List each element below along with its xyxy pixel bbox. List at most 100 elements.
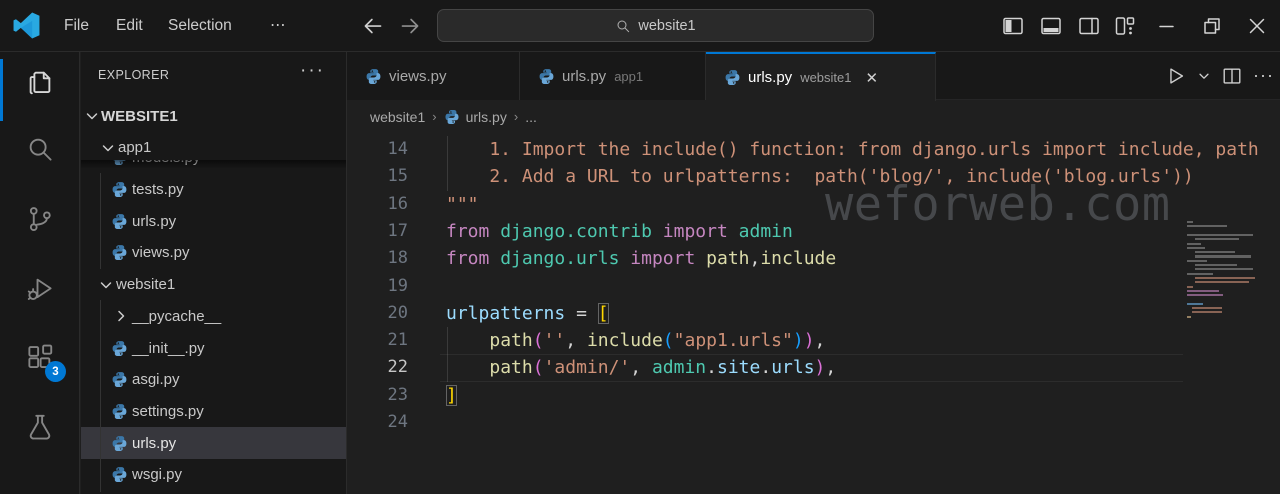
code-lines: 14 1. Import the include() function: fro…: [347, 133, 1280, 494]
code-token: import: [662, 220, 728, 242]
tab-close-icon[interactable]: ✕: [866, 69, 879, 87]
activitybar-item-source-control[interactable]: [0, 192, 80, 250]
breadcrumb-item[interactable]: urls.py: [466, 109, 507, 125]
editor-actions: ···: [1165, 52, 1274, 100]
tab-description: website1: [800, 70, 852, 85]
activitybar-item-run-and-debug[interactable]: [0, 262, 80, 320]
restore-icon[interactable]: [1200, 14, 1224, 38]
python-icon: [111, 466, 128, 483]
tree-item-initpy[interactable]: __init__.py: [81, 332, 346, 364]
python-icon: [111, 244, 128, 261]
current-line-highlight: [440, 354, 1183, 382]
title-bar: File Edit Selection ⋯ website1: [0, 0, 1280, 52]
menu-edit[interactable]: Edit: [110, 0, 149, 52]
code-line-18: 18 from django.urls import path,include: [347, 245, 1183, 272]
code-token: ,: [814, 330, 826, 352]
code-token: include: [760, 248, 837, 270]
tree-indent-guide: [100, 300, 101, 492]
tree-item-wsgipy[interactable]: wsgi.py: [81, 459, 346, 491]
line-tokens: path('', include("app1.urls")),: [446, 327, 825, 354]
code-token: admin: [738, 220, 793, 242]
breadcrumb-item[interactable]: website1: [370, 109, 425, 125]
command-center-search[interactable]: website1: [437, 9, 874, 42]
tree-item-label: asgi.py: [132, 371, 180, 389]
tree-item-website1[interactable]: website1: [81, 269, 346, 301]
line-number: 22: [387, 357, 408, 378]
split-editor-button[interactable]: [1221, 65, 1243, 87]
tree-item-label: __pycache__: [132, 307, 222, 325]
minimap[interactable]: [1183, 214, 1268, 494]
python-icon: [111, 340, 128, 357]
python-icon: [111, 213, 128, 230]
tree-root-website1[interactable]: WEBSITE1: [81, 100, 346, 132]
menu-file[interactable]: File: [58, 0, 95, 52]
line-tokens: ]: [446, 382, 457, 409]
layout-panel-icon[interactable]: [1039, 14, 1063, 38]
chevron-down-icon: [100, 140, 116, 156]
python-icon: [111, 435, 128, 452]
minimize-icon[interactable]: [1155, 14, 1179, 38]
close-icon[interactable]: [1245, 14, 1269, 38]
code-token: urlpatterns: [446, 302, 566, 324]
tab-urlspy-app1[interactable]: urls.py app1: [520, 52, 706, 100]
line-number: 18: [387, 248, 408, 269]
tab-urlspy-website1[interactable]: urls.py website1 ✕: [706, 52, 936, 101]
tab-label: urls.py: [748, 69, 793, 86]
tree-item-urlspy[interactable]: urls.py: [81, 205, 346, 237]
code-token: import: [630, 248, 696, 270]
layout-sidebar-left-icon[interactable]: [1001, 14, 1025, 38]
tree-item-viewspy[interactable]: views.py: [81, 237, 346, 269]
run-button[interactable]: [1165, 65, 1187, 87]
minimap-line: [1187, 225, 1227, 228]
code-token: path: [706, 248, 750, 270]
tree-folder-app1[interactable]: app1: [81, 132, 346, 164]
scrollbar-area[interactable]: [1268, 214, 1280, 494]
python-icon: [724, 69, 741, 86]
source-control-icon: [25, 204, 55, 238]
line-number: 14: [387, 139, 408, 159]
tab-viewspy[interactable]: views.py: [347, 52, 520, 100]
code-token: ): [792, 330, 804, 352]
activitybar-item-testing[interactable]: [0, 400, 80, 458]
activitybar-item-search[interactable]: [0, 122, 80, 180]
line-number: 24: [387, 412, 408, 432]
active-indicator: [0, 59, 3, 121]
minimap-line: [1192, 311, 1222, 314]
code-token: from: [446, 220, 490, 242]
back-arrow-icon[interactable]: [360, 13, 386, 39]
code-token: include: [586, 330, 663, 352]
layout-customize-icon[interactable]: [1113, 14, 1137, 38]
line-tokens: 2. Add a URL to urlpatterns: path('blog/…: [446, 163, 1194, 190]
code-editor[interactable]: weforweb.com 14 1. Import the include() …: [347, 133, 1280, 494]
tree-item-label: views.py: [132, 244, 190, 262]
breadcrumb-item[interactable]: ...: [525, 109, 537, 125]
tree-item-urlspy[interactable]: urls.py: [81, 427, 346, 460]
tree-item-label: tests.py: [132, 181, 184, 198]
run-dropdown[interactable]: [1197, 69, 1211, 83]
code-line-14: 14 1. Import the include() function: fro…: [347, 136, 1259, 164]
activitybar-item-explorer[interactable]: [0, 55, 80, 121]
menu-[interactable]: ⋯: [264, 0, 292, 52]
tree-item-label: urls.py: [132, 434, 177, 452]
layout-sidebar-right-icon[interactable]: [1077, 14, 1101, 38]
forward-arrow-icon[interactable]: [397, 13, 423, 39]
tree-item-testspy[interactable]: tests.py: [81, 174, 346, 206]
code-line-23: 23]: [347, 382, 1183, 409]
menu-selection[interactable]: Selection: [162, 0, 238, 52]
tree-item-asgipy[interactable]: asgi.py: [81, 364, 346, 396]
vscode-logo-icon: [13, 12, 40, 39]
minimap-line: [1192, 307, 1222, 310]
activitybar-item-extensions[interactable]: 3: [0, 330, 80, 388]
tree-item-settingspy[interactable]: settings.py: [81, 395, 346, 427]
code-token: ): [803, 330, 815, 352]
tree-item-label: wsgi.py: [132, 466, 183, 484]
editor-group: views.py urls.py app1 urls.py website1 ✕ ··· …: [347, 52, 1280, 494]
code-token: 2. Add a URL to urlpatterns: path('blog/…: [446, 166, 1194, 188]
code-token: ]: [446, 384, 457, 406]
minimap-line: [1195, 264, 1237, 267]
tree-item-pycache[interactable]: __pycache__: [81, 300, 346, 332]
more-actions[interactable]: ···: [1253, 65, 1274, 87]
activity-bar: 3: [0, 52, 80, 494]
line-tokens: 1. Import the include() function: from d…: [446, 136, 1258, 163]
minimap-line: [1195, 251, 1235, 254]
